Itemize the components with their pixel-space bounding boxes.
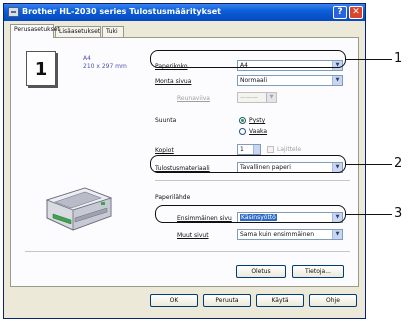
landscape-radio[interactable]: [239, 128, 246, 135]
info-button[interactable]: Tietoja...: [292, 265, 344, 278]
border-label: Reunaviiva: [177, 95, 210, 102]
other-pages-dropdown-icon[interactable]: ▼: [332, 230, 342, 239]
portrait-label[interactable]: Pysty: [249, 117, 265, 124]
preview-paper-size: 210 x 297 mm: [83, 63, 127, 70]
callout-oval-3: [155, 205, 346, 223]
multiple-pages-value: Normaali: [240, 77, 268, 84]
multiple-pages-label: Monta sivua: [155, 78, 192, 85]
border-dropdown-icon: ▼: [266, 93, 276, 102]
copies-label: Kopiot: [155, 147, 174, 154]
window-title: Brother HL-2030 series Tulostusmäärityks…: [22, 7, 221, 16]
callout-number-3: 3: [394, 206, 403, 221]
tab-support[interactable]: Tuki: [102, 26, 124, 37]
media-source-separator: [155, 180, 350, 181]
callout-oval-1: [150, 50, 346, 68]
landscape-label[interactable]: Vaaka: [249, 128, 267, 135]
cancel-button[interactable]: Peruuta: [203, 294, 251, 307]
printer-illustration: [45, 187, 113, 231]
collate-checkbox: [267, 146, 274, 153]
callout-number-1: 1: [394, 51, 403, 66]
paper-source-heading: Paperilähde: [155, 194, 191, 201]
callout-oval-2: [150, 155, 346, 173]
collate-label: Lajittele: [277, 146, 302, 153]
close-title-button[interactable]: ✕: [349, 6, 363, 19]
other-pages-label: Muut sivut: [177, 232, 209, 239]
tab-basic[interactable]: Perusasetukset: [10, 24, 60, 38]
callout-leader-2: [346, 164, 392, 165]
ok-button[interactable]: OK: [150, 294, 198, 307]
apply-button[interactable]: Käytä: [256, 294, 304, 307]
panel-bottom-separator: [25, 251, 350, 252]
tab-advanced[interactable]: Lisäasetukset: [55, 26, 101, 37]
border-select: ——— ▼: [237, 92, 277, 103]
portrait-radio[interactable]: [239, 117, 246, 124]
other-pages-select[interactable]: Sama kuin ensimmäinen ▼: [237, 229, 343, 240]
multiple-pages-select[interactable]: Normaali ▼: [237, 75, 343, 86]
page-layout-preview: 1: [26, 51, 56, 86]
help-button[interactable]: Ohje: [309, 294, 357, 307]
help-title-button[interactable]: ?: [333, 6, 347, 19]
callout-leader-1: [346, 59, 392, 60]
copies-spin-buttons[interactable]: [253, 145, 260, 154]
preview-paper-name: A4: [83, 55, 91, 62]
multiple-pages-dropdown-icon[interactable]: ▼: [332, 76, 342, 85]
default-button[interactable]: Oletus: [236, 265, 286, 278]
title-bar: Brother HL-2030 series Tulostusmäärityks…: [4, 4, 365, 21]
printer-app-icon: [8, 7, 19, 17]
border-value: ———: [240, 94, 258, 101]
orientation-label: Suunta: [155, 117, 177, 124]
copies-value: 1: [240, 146, 244, 153]
other-pages-value: Sama kuin ensimmäinen: [240, 231, 315, 238]
copies-spinner[interactable]: 1: [237, 144, 261, 155]
preview-page-number: 1: [34, 59, 48, 80]
callout-leader-3: [346, 214, 392, 215]
callout-number-2: 2: [394, 156, 403, 171]
